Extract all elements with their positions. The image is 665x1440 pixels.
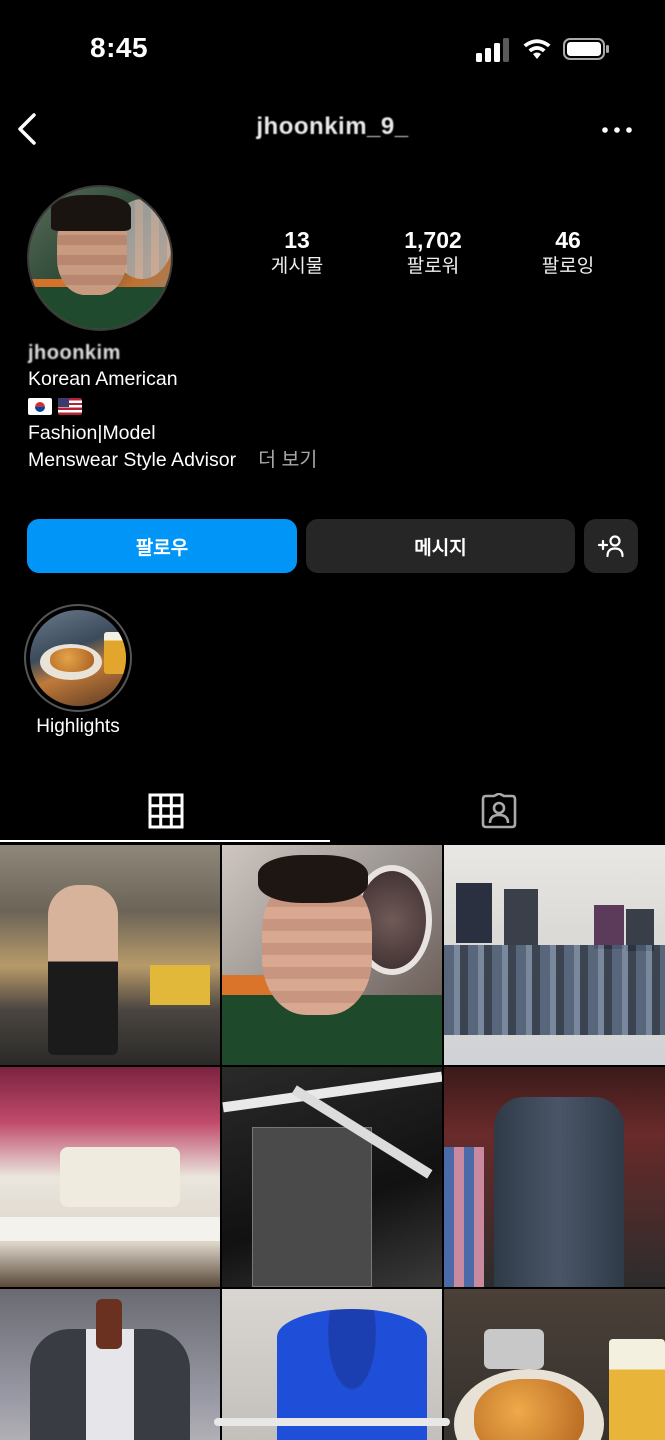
tab-tagged[interactable] [333,780,665,842]
usa-flag-icon [58,398,82,415]
profile-tabs [0,780,665,842]
profile-bio: jhoonkim Korean American Fashion|Model M… [28,340,628,474]
stat-posts[interactable]: 13 게시물 [237,226,357,280]
post-thumbnail[interactable] [444,845,665,1065]
followers-label: 팔로워 [406,256,460,277]
posts-label: 게시물 [270,256,324,277]
posts-count: 13 [284,227,310,253]
suggest-people-button[interactable] [584,519,638,573]
status-time: 8:45 [90,32,149,63]
following-label: 팔로잉 [541,256,595,277]
display-name: jhoonkim [28,342,121,364]
profile-header: jhoonkim_9_ [0,100,665,160]
highlight-circle[interactable] [24,604,132,712]
highlight-cover-image [30,610,126,706]
tagged-person-icon [481,793,517,829]
bio-line-1: Korean American [28,368,178,390]
add-person-icon [597,535,624,558]
grid-icon [148,793,184,829]
bio-line-2: Fashion|Model [28,422,156,444]
wifi-icon [523,39,551,59]
bio-more-link[interactable]: 더 보기 [258,449,317,471]
cellular-signal-icon [476,38,509,62]
bio-line-3: Menswear Style Advisor [28,449,237,471]
status-bar: 8:45 [0,0,665,100]
post-thumbnail[interactable] [444,1067,665,1287]
post-thumbnail[interactable] [222,845,442,1065]
profile-avatar[interactable] [27,185,173,331]
followers-count: 1,702 [404,227,462,253]
more-options-icon[interactable] [600,120,634,140]
following-count: 46 [555,227,581,253]
post-thumbnail[interactable] [0,845,220,1065]
message-button[interactable]: 메시지 [306,519,575,573]
follow-button[interactable]: 팔로우 [27,519,297,573]
post-thumbnail[interactable] [0,1067,220,1287]
highlight-label: Highlights [36,716,120,737]
posts-grid [0,845,665,1440]
post-thumbnail[interactable] [444,1289,665,1440]
tab-posts-grid[interactable] [0,780,332,842]
stat-following[interactable]: 46 팔로잉 [508,226,628,280]
battery-icon [563,38,609,60]
active-tab-indicator [0,840,330,842]
stat-followers[interactable]: 1,702 팔로워 [373,226,493,280]
home-indicator[interactable] [214,1418,450,1426]
post-thumbnail[interactable] [0,1289,220,1440]
south-korea-flag-icon [28,398,52,415]
bio-flags [28,393,628,420]
post-thumbnail[interactable] [222,1067,442,1287]
header-username: jhoonkim_9_ [256,113,409,140]
bio-line-3-row: Menswear Style Advisor 더 보기 [28,447,628,474]
